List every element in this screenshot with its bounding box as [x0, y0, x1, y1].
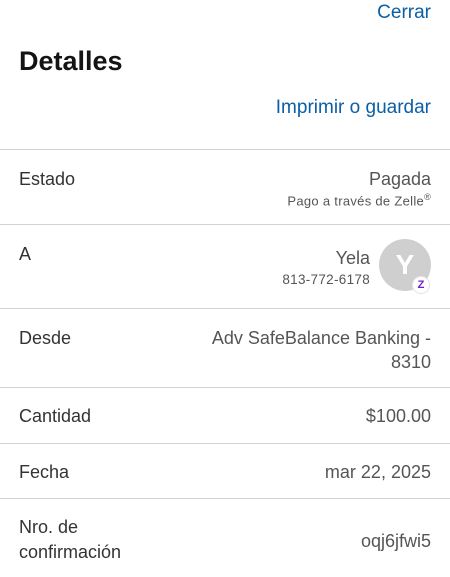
date-value: mar 22, 2025 — [324, 462, 431, 482]
recipient-row: A Yela 813-772-6178 Y Z — [0, 224, 450, 308]
avatar-initial: Y — [395, 249, 415, 280]
source-account-line1: Adv SafeBalance Banking - — [211, 328, 431, 348]
payment-details-page: Cerrar Detalles Imprimir o guardar Estad… — [0, 0, 450, 577]
confirmation-label-line2: confirmación — [19, 542, 122, 562]
confirmation-number: oqj6jfwi5 — [360, 531, 431, 551]
status-row: Estado Pagada Pago a través de Zelle® — [0, 149, 450, 224]
payment-method-text: Pago a través de Zelle® — [287, 192, 431, 209]
status-label: Estado — [19, 169, 76, 189]
page-title: Detalles — [19, 46, 123, 76]
source-account-row: Desde Adv SafeBalance Banking - 8310 — [0, 308, 450, 387]
close-link[interactable]: Cerrar — [377, 2, 431, 24]
amount-value: $100.00 — [365, 406, 431, 426]
confirmation-row: Nro. de confirmación oqj6jfwi5 — [0, 498, 450, 577]
amount-label: Cantidad — [19, 406, 92, 426]
recipient-phone: 813-772-6178 — [282, 272, 370, 287]
date-row: Fecha mar 22, 2025 — [0, 443, 450, 498]
zelle-icon: Z — [412, 276, 430, 294]
registered-mark: ® — [424, 192, 431, 202]
source-label: Desde — [19, 328, 72, 348]
zelle-badge-letter: Z — [417, 279, 425, 291]
recipient-name: Yela — [335, 248, 370, 268]
status-value: Pagada — [368, 169, 431, 189]
recipient-label: A — [19, 244, 32, 264]
print-or-save-link[interactable]: Imprimir o guardar — [276, 97, 431, 119]
source-account-line2: 8310 — [390, 352, 431, 372]
confirmation-label-line1: Nro. de — [19, 517, 79, 537]
details-list: Estado Pagada Pago a través de Zelle® A … — [0, 149, 450, 577]
date-label: Fecha — [19, 462, 70, 482]
amount-row: Cantidad $100.00 — [0, 387, 450, 443]
